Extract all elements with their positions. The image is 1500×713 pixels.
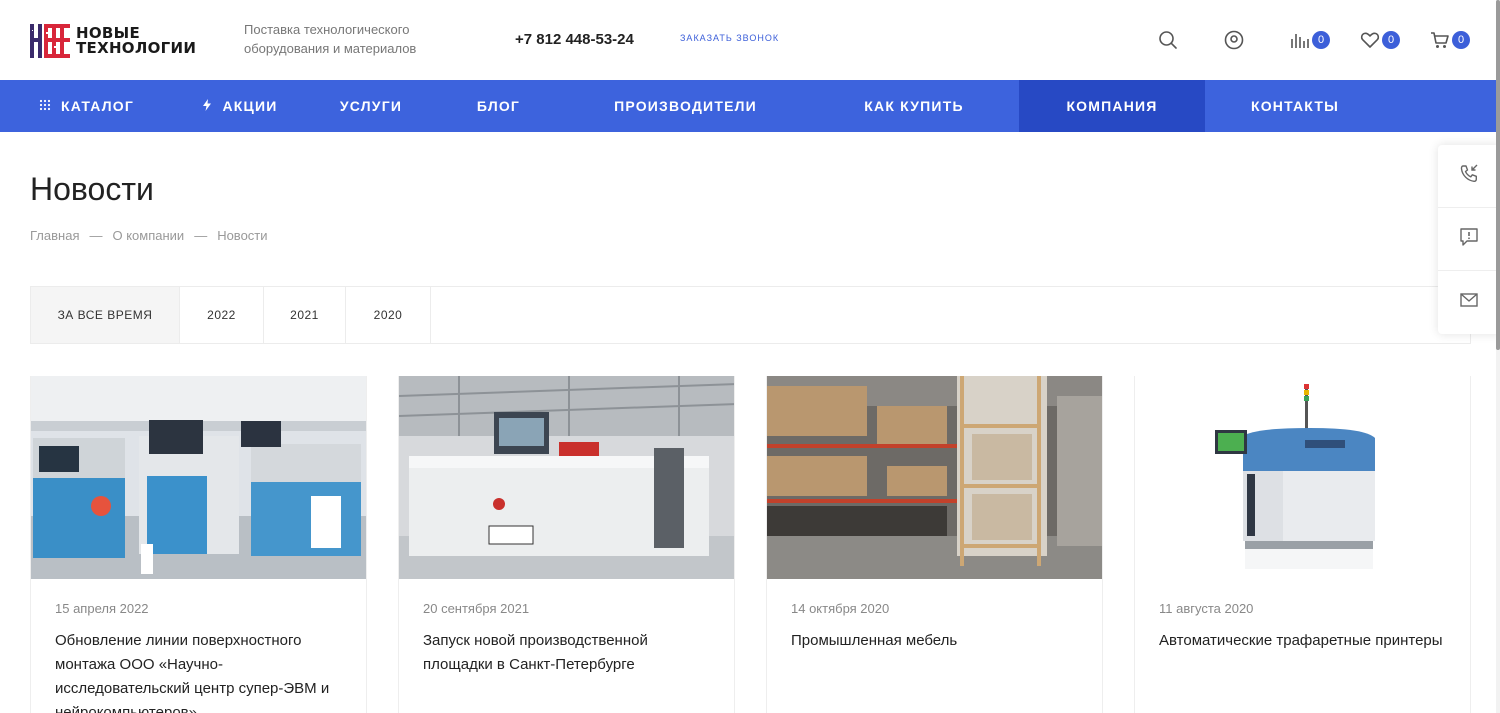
news-title[interactable]: Запуск новой производственной площадки в…: [423, 629, 718, 677]
nav-item-label: КОНТАКТЫ: [1250, 98, 1340, 114]
news-image-stencil-printer[interactable]: [1135, 376, 1470, 579]
chat-icon: [1458, 226, 1480, 253]
nav-item-services[interactable]: УСЛУГИ: [307, 80, 435, 132]
logo-mark-icon: [30, 24, 70, 58]
breadcrumb-separator: —: [194, 228, 208, 243]
nav-item-blog[interactable]: БЛОГ: [435, 80, 562, 132]
nav-item-label: КАК КУПИТЬ: [864, 98, 964, 114]
nav-item-label: УСЛУГИ: [339, 98, 403, 114]
user-icon: [1224, 30, 1244, 50]
phone-callback-icon: [1458, 163, 1480, 190]
nav-item-label: КОМПАНИЯ: [1066, 98, 1158, 114]
callback-link[interactable]: ЗАКАЗАТЬ ЗВОНОК: [680, 33, 779, 43]
mail-icon: [1458, 289, 1480, 316]
logo[interactable]: НОВЫЕ ТЕХНОЛОГИИ: [30, 24, 196, 58]
favorites-count-badge: 0: [1382, 31, 1400, 49]
compare-button[interactable]: 0: [1290, 28, 1330, 52]
side-chat-button[interactable]: [1438, 208, 1500, 271]
main-navigation: КАТАЛОГ АКЦИИ УСЛУГИ БЛОГ ПРОИЗВОДИТЕЛИ …: [0, 80, 1498, 132]
nav-item-contacts[interactable]: КОНТАКТЫ: [1205, 80, 1385, 132]
grid-icon: [39, 99, 51, 114]
news-title[interactable]: Автоматические трафаретные принтеры: [1159, 629, 1454, 653]
cart-button[interactable]: 0: [1430, 28, 1470, 52]
scrollbar-thumb[interactable]: [1496, 0, 1500, 350]
side-mail-button[interactable]: [1438, 271, 1500, 334]
page-title: Новости: [30, 171, 154, 207]
tagline: Поставка технологического оборудования и…: [244, 22, 417, 56]
news-title[interactable]: Обновление линии поверхностного монтажа …: [55, 629, 350, 713]
breadcrumb-separator: —: [89, 228, 103, 243]
nav-item-catalog[interactable]: КАТАЛОГ: [0, 80, 173, 132]
news-card[interactable]: 20 сентября 2021 Запуск новой производст…: [398, 376, 735, 713]
nav-item-label: БЛОГ: [476, 98, 521, 114]
filter-tab-all-time[interactable]: ЗА ВСЕ ВРЕМЯ: [31, 287, 180, 343]
heart-icon: [1360, 30, 1380, 50]
news-card[interactable]: 11 августа 2020 Автоматические трафаретн…: [1134, 376, 1471, 713]
nav-item-manufacturers[interactable]: ПРОИЗВОДИТЕЛИ: [562, 80, 809, 132]
nav-item-label: КАТАЛОГ: [61, 98, 134, 114]
filter-tab-2020[interactable]: 2020: [346, 287, 431, 343]
nav-item-how-to-buy[interactable]: КАК КУПИТЬ: [809, 80, 1019, 132]
search-icon: [1158, 30, 1178, 50]
cart-count-badge: 0: [1452, 31, 1470, 49]
phone-number[interactable]: +7 812 448-53-24: [515, 31, 634, 48]
news-date: 20 сентября 2021: [423, 601, 530, 616]
news-card[interactable]: 14 октября 2020 Промышленная мебель: [766, 376, 1103, 713]
side-contact-widget: [1438, 145, 1500, 334]
filter-tab-2021[interactable]: 2021: [264, 287, 346, 343]
news-image-production-site[interactable]: [399, 376, 734, 579]
news-date: 14 октября 2020: [791, 601, 890, 616]
news-card[interactable]: 15 апреля 2022 Обновление линии поверхно…: [30, 376, 367, 713]
compare-count-badge: 0: [1312, 31, 1330, 49]
favorites-button[interactable]: 0: [1360, 28, 1400, 52]
filter-tab-2022[interactable]: 2022: [180, 287, 264, 343]
side-callback-button[interactable]: [1438, 145, 1500, 208]
nav-item-company[interactable]: КОМПАНИЯ: [1019, 80, 1205, 132]
search-button[interactable]: [1158, 28, 1178, 52]
page-scrollbar[interactable]: [1496, 0, 1500, 713]
nav-item-label: ПРОИЗВОДИТЕЛИ: [614, 98, 757, 114]
cart-icon: [1430, 30, 1450, 50]
news-image-smt-line[interactable]: [31, 376, 366, 579]
site-header: НОВЫЕ ТЕХНОЛОГИИ Поставка технологическо…: [0, 0, 1500, 80]
breadcrumb-link-about[interactable]: О компании: [112, 228, 184, 243]
breadcrumb-current: Новости: [217, 228, 268, 243]
account-button[interactable]: [1224, 28, 1244, 52]
news-date: 11 августа 2020: [1159, 601, 1254, 616]
news-date: 15 апреля 2022: [55, 601, 149, 616]
news-title[interactable]: Промышленная мебель: [791, 629, 1086, 653]
nav-item-promotions[interactable]: АКЦИИ: [173, 80, 307, 132]
breadcrumb: Главная — О компании — Новости: [30, 228, 268, 243]
logo-text-line2: ТЕХНОЛОГИИ: [76, 39, 197, 57]
year-filter-tabs: ЗА ВСЕ ВРЕМЯ 2022 2021 2020: [30, 286, 1471, 344]
lightning-icon: [202, 98, 212, 114]
news-image-warehouse[interactable]: [767, 376, 1102, 579]
nav-item-label: АКЦИИ: [222, 98, 278, 114]
compare-icon: [1290, 30, 1310, 50]
breadcrumb-link-home[interactable]: Главная: [30, 228, 79, 243]
